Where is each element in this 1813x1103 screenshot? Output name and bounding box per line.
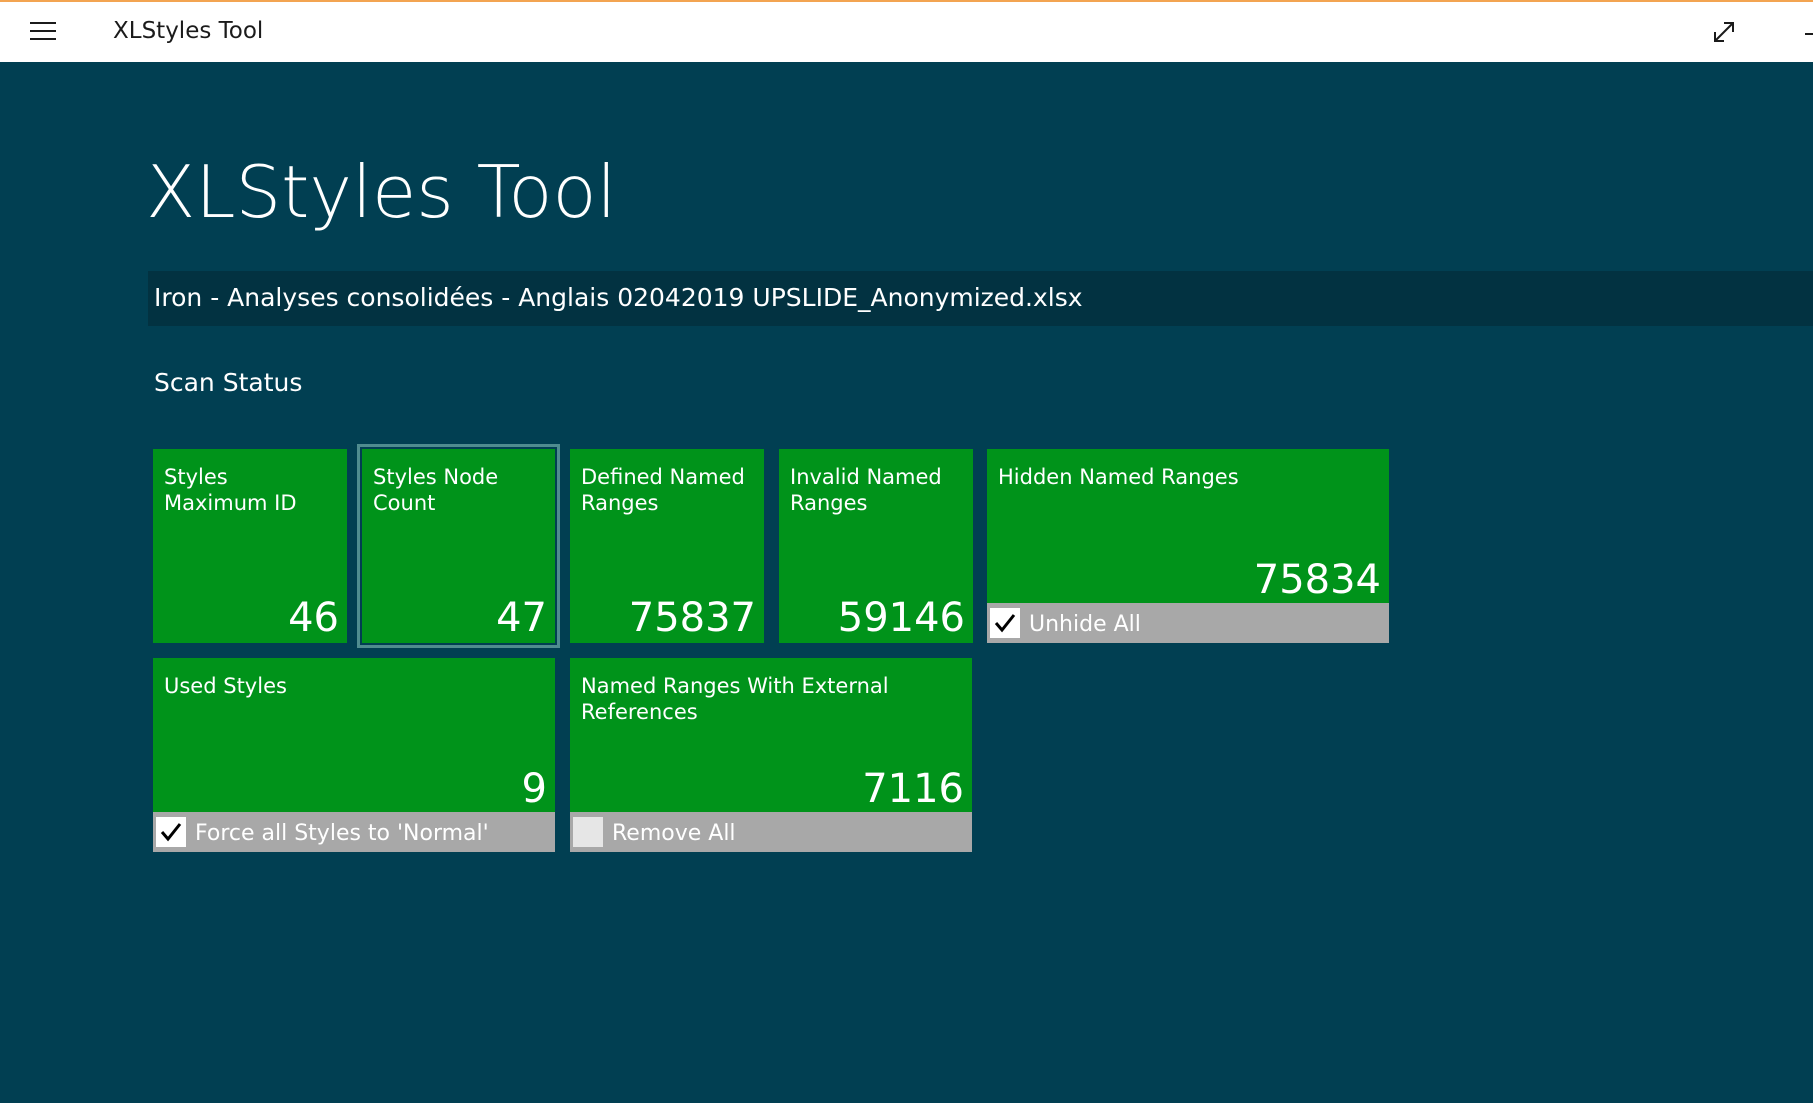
expand-icon[interactable] (1710, 18, 1738, 46)
tile-defined-named-ranges[interactable]: Defined Named Ranges 75837 (570, 449, 764, 643)
file-name-bar: Iron - Analyses consolidées - Anglais 02… (148, 271, 1813, 326)
tile-footer: Unhide All (987, 603, 1389, 643)
tile-value: 75837 (628, 595, 756, 641)
tile-label: Styles Node Count (373, 465, 499, 515)
tile-label: Named Ranges With External References (581, 674, 889, 724)
tile-value: 7116 (862, 766, 964, 812)
force-normal-checkbox[interactable] (156, 817, 186, 847)
tile-label: Hidden Named Ranges (998, 465, 1239, 489)
tile-named-ranges-external-references[interactable]: Named Ranges With External References 71… (570, 658, 972, 852)
tile-value: 47 (496, 595, 547, 641)
tile-value: 9 (521, 766, 547, 812)
tile-value: 46 (288, 595, 339, 641)
tile-label: Defined Named Ranges (581, 465, 745, 515)
unhide-all-checkbox[interactable] (990, 608, 1020, 638)
checkmark-icon (994, 614, 1016, 633)
tile-used-styles[interactable]: Used Styles 9 Force all Styles to 'Norma… (153, 658, 555, 852)
tile-label: Invalid Named Ranges (790, 465, 942, 515)
hamburger-menu-icon[interactable] (30, 20, 56, 42)
tile-footer: Force all Styles to 'Normal' (153, 812, 555, 852)
remove-all-checkbox[interactable] (573, 817, 603, 847)
tile-label: Styles Maximum ID (164, 465, 297, 515)
remove-all-label[interactable]: Remove All (612, 821, 736, 846)
tile-styles-maximum-id[interactable]: Styles Maximum ID 46 (153, 449, 347, 643)
tile-footer: Remove All (570, 812, 972, 852)
tile-value: 59146 (837, 595, 965, 641)
force-normal-label[interactable]: Force all Styles to 'Normal' (195, 821, 489, 846)
tile-hidden-named-ranges[interactable]: Hidden Named Ranges 75834 Unhide All (987, 449, 1389, 643)
section-title: Scan Status (154, 368, 303, 397)
tile-value: 75834 (1253, 557, 1381, 603)
file-name: Iron - Analyses consolidées - Anglais 02… (154, 283, 1083, 312)
checkmark-icon (160, 823, 182, 842)
tile-styles-node-count[interactable]: Styles Node Count 47 (357, 444, 560, 648)
unhide-all-label[interactable]: Unhide All (1029, 612, 1141, 637)
title-bar: XLStyles Tool (0, 0, 1813, 62)
window-title: XLStyles Tool (113, 18, 264, 44)
page-title: XLStyles Tool (146, 150, 617, 234)
tile-label: Used Styles (164, 674, 287, 698)
tile-invalid-named-ranges[interactable]: Invalid Named Ranges 59146 (779, 449, 973, 643)
minimize-icon[interactable] (1805, 33, 1813, 35)
